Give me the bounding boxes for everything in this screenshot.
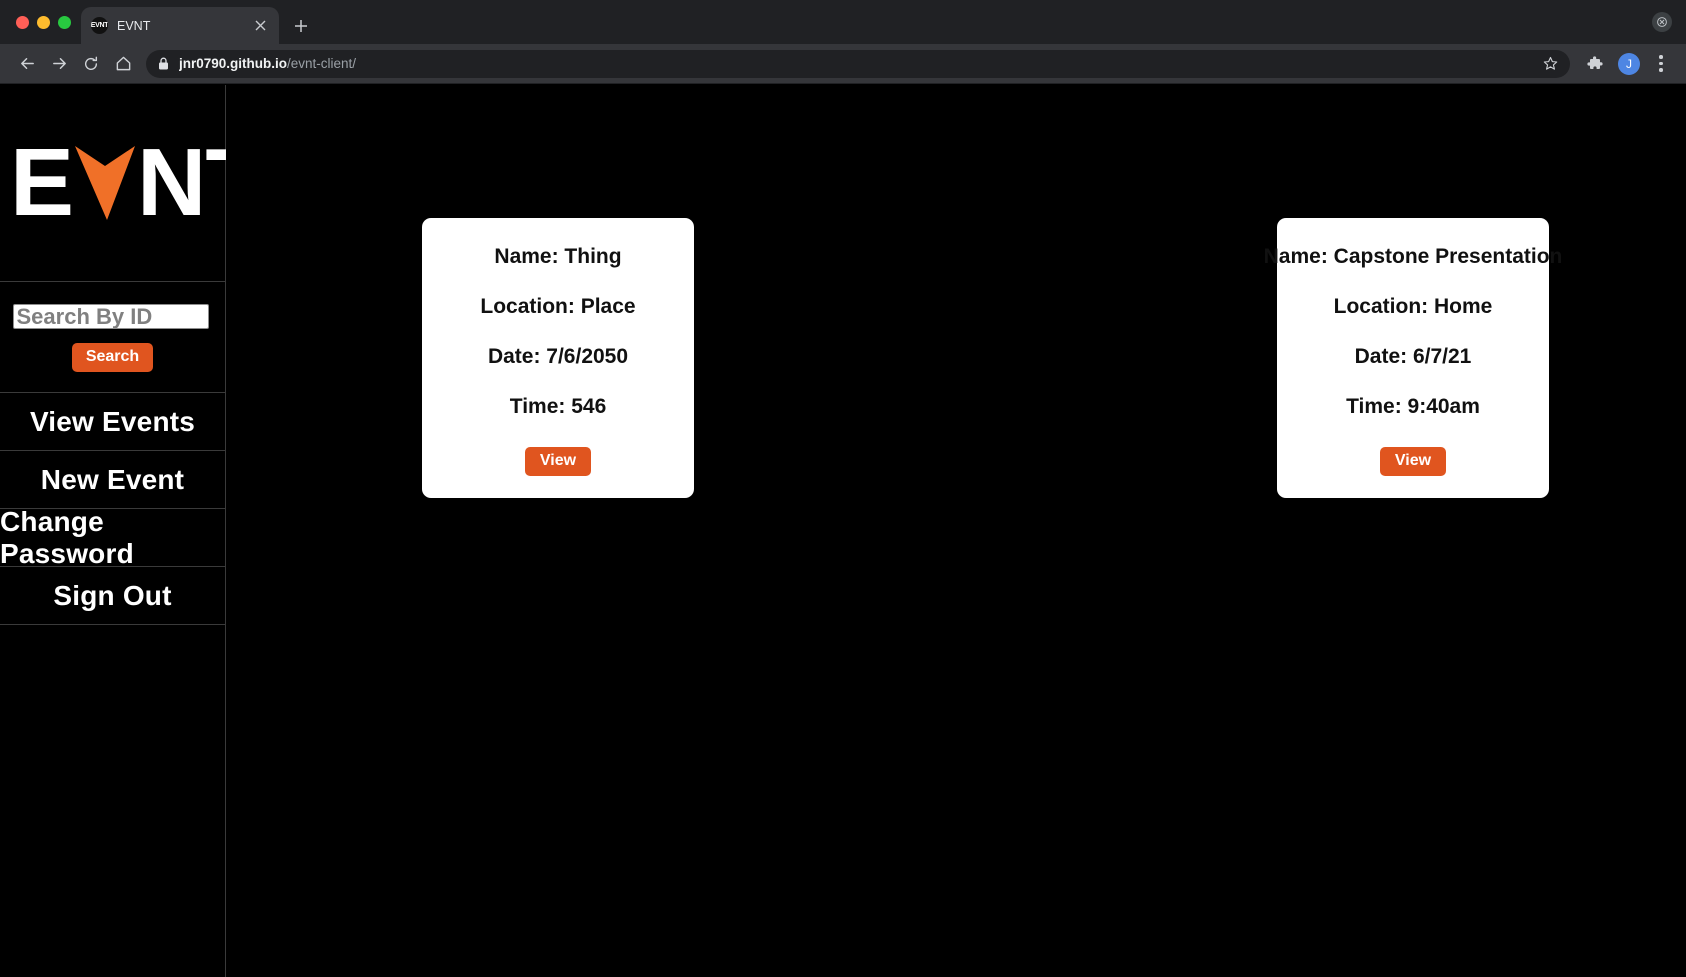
orange-chevron-v-icon bbox=[73, 144, 137, 222]
event-date: Date: 6/7/21 bbox=[1354, 345, 1472, 368]
event-card-list: Name: Thing Location: Place Date: 7/6/20… bbox=[226, 218, 1686, 498]
event-time: Time: 546 bbox=[509, 395, 607, 418]
tab-title: EVNT bbox=[117, 18, 151, 33]
star-icon[interactable] bbox=[1543, 56, 1558, 71]
event-location: Location: Place bbox=[480, 295, 636, 318]
browser-toolbar: jnr0790.github.io/evnt-client/ J bbox=[0, 44, 1686, 84]
window-traffic-lights bbox=[12, 0, 81, 44]
event-location: Location: Home bbox=[1333, 295, 1493, 318]
url-domain: jnr0790.github.io bbox=[179, 56, 288, 71]
event-name: Name: Capstone Presentation bbox=[1263, 245, 1563, 268]
event-date: Date: 7/6/2050 bbox=[487, 345, 629, 368]
address-bar[interactable]: jnr0790.github.io/evnt-client/ bbox=[146, 49, 1570, 78]
window-close-icon[interactable] bbox=[1652, 12, 1672, 32]
minimize-window-button[interactable] bbox=[37, 15, 50, 29]
browser-tab[interactable]: EVNT EVNT bbox=[81, 7, 279, 44]
maximize-window-button[interactable] bbox=[58, 15, 71, 29]
sidebar-item-new-event[interactable]: New Event bbox=[0, 451, 225, 509]
profile-avatar[interactable]: J bbox=[1618, 52, 1640, 75]
sidebar-item-view-events[interactable]: View Events bbox=[0, 393, 225, 451]
lock-icon bbox=[158, 57, 169, 70]
search-button[interactable]: Search bbox=[71, 343, 154, 372]
close-icon[interactable] bbox=[251, 17, 269, 35]
sidebar-item-change-password[interactable]: Change Password bbox=[0, 506, 225, 569]
event-card: Name: Capstone Presentation Location: Ho… bbox=[1264, 218, 1562, 498]
search-input[interactable] bbox=[12, 304, 209, 329]
sidebar-item-sign-out[interactable]: Sign Out bbox=[0, 567, 225, 625]
view-event-button[interactable]: View bbox=[524, 447, 592, 476]
url-path: /evnt-client/ bbox=[287, 56, 357, 71]
view-event-button[interactable]: View bbox=[1379, 447, 1447, 476]
puzzle-piece-icon[interactable] bbox=[1580, 49, 1610, 79]
sidebar-search-block: Search bbox=[0, 282, 225, 393]
event-card: Name: Thing Location: Place Date: 7/6/20… bbox=[422, 218, 694, 498]
three-dot-menu-icon[interactable] bbox=[1648, 49, 1674, 79]
evnt-favicon: EVNT bbox=[91, 17, 108, 34]
browser-window: EVNT EVNT jnr0790.github.io/evnt-client/… bbox=[0, 0, 1686, 977]
forward-arrow-icon[interactable] bbox=[44, 49, 74, 79]
url-text: jnr0790.github.io/evnt-client/ bbox=[179, 56, 1527, 71]
favicon-label: EVNT bbox=[91, 22, 108, 29]
event-time: Time: 9:40am bbox=[1346, 395, 1480, 418]
tab-strip: EVNT EVNT bbox=[0, 0, 1686, 44]
app-logo[interactable]: E NT bbox=[0, 85, 264, 282]
home-icon[interactable] bbox=[108, 49, 138, 79]
page-content: E NT Search View Events New Event Change… bbox=[0, 85, 1686, 977]
logo-letter-e: E bbox=[10, 129, 74, 236]
new-tab-button[interactable] bbox=[287, 12, 315, 40]
event-name: Name: Thing bbox=[494, 245, 622, 268]
sidebar: E NT Search View Events New Event Change… bbox=[0, 85, 264, 977]
close-window-button[interactable] bbox=[16, 15, 29, 29]
reload-icon[interactable] bbox=[76, 49, 106, 79]
back-arrow-icon[interactable] bbox=[12, 49, 42, 79]
main-content: Name: Thing Location: Place Date: 7/6/20… bbox=[226, 85, 1686, 977]
